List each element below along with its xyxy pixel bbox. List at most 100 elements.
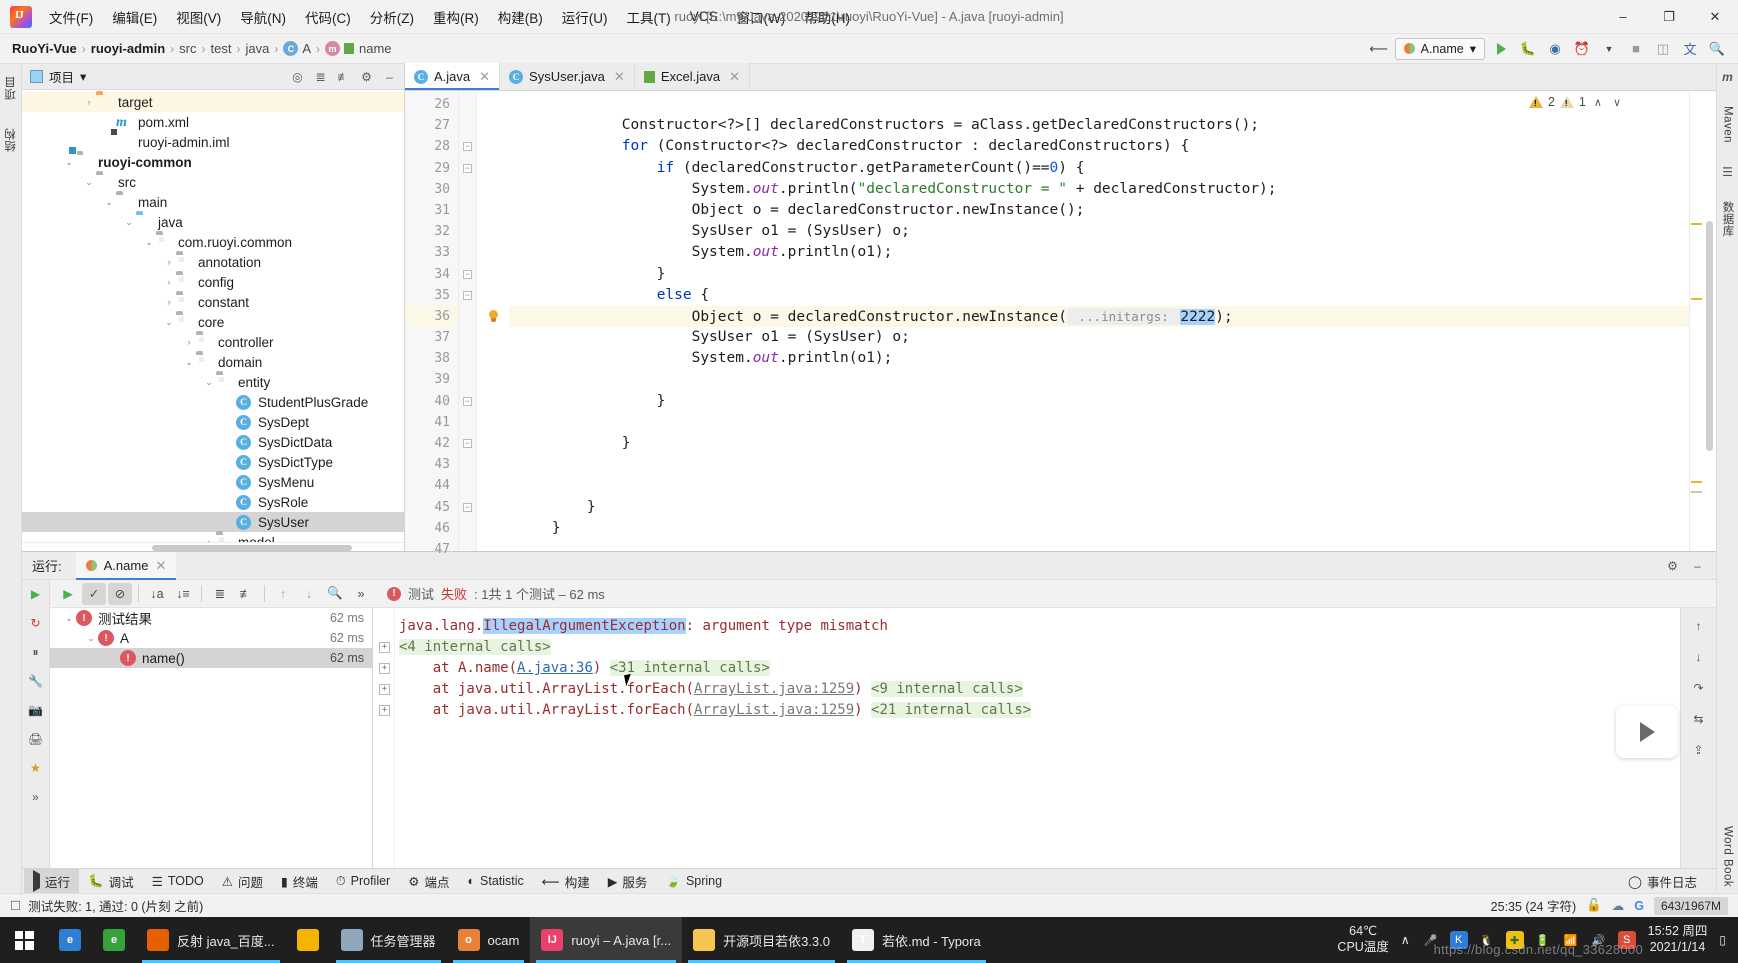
toolwindow-button-profiler[interactable]: ⏱ Profiler: [327, 871, 399, 892]
tree-node-com-ruoyi-common[interactable]: ⌄ com.ruoyi.common: [22, 232, 404, 252]
menu-vcs[interactable]: VCS: [681, 5, 727, 28]
code-line[interactable]: [509, 454, 1689, 475]
fold-handle-icon[interactable]: −: [459, 136, 476, 157]
line-number[interactable]: 28: [405, 136, 458, 157]
tree-node-entity[interactable]: ⌄ entity: [22, 372, 404, 392]
sort-alpha-icon[interactable]: ↓a: [145, 583, 169, 605]
tree-node-ruoyi-admin-iml[interactable]: ruoyi-admin.iml: [22, 132, 404, 152]
tree-node-sysdicttype[interactable]: C SysDictType: [22, 452, 404, 472]
fold-handle-icon[interactable]: −: [459, 158, 476, 179]
taskbar-item-folder[interactable]: 开源项目若依3.3.0: [682, 917, 841, 963]
editor-fold-column[interactable]: − − − − − − −: [459, 91, 477, 551]
tree-node-pom-xml[interactable]: m pom.xml: [22, 112, 404, 132]
coverage-icon[interactable]: ◉: [1544, 38, 1566, 60]
code-line[interactable]: }: [509, 497, 1689, 518]
taskbar-item-edge[interactable]: e: [48, 917, 92, 963]
scroll-down-icon[interactable]: ↓: [1688, 647, 1710, 667]
taskbar-item-360-browser[interactable]: e: [92, 917, 136, 963]
line-number[interactable]: 44: [405, 475, 458, 496]
prev-failed-icon[interactable]: ↑: [271, 583, 295, 605]
word-book-widget[interactable]: [1616, 706, 1678, 758]
code-line[interactable]: for (Constructor<?> declaredConstructor …: [509, 136, 1689, 157]
breadcrumb-method[interactable]: m name: [325, 41, 392, 56]
tree-node-sysrole[interactable]: C SysRole: [22, 492, 404, 512]
memory-indicator[interactable]: 643/1967M: [1653, 896, 1728, 915]
google-icon[interactable]: G: [1634, 899, 1644, 913]
chevron-icon[interactable]: ⌄: [82, 177, 96, 188]
console-line[interactable]: java.lang.IllegalArgumentException: argu…: [399, 616, 1716, 637]
line-number[interactable]: 29: [405, 158, 458, 179]
taskbar-item-firefox[interactable]: 反射 java_百度...: [136, 917, 286, 963]
project-tree[interactable]: › target m pom.xml ruoyi-admin.iml ⌄ ruoyi-com…: [22, 90, 404, 542]
chevron-icon[interactable]: ⌄: [142, 237, 156, 248]
tree-node-annotation[interactable]: › annotation: [22, 252, 404, 272]
close-icon[interactable]: ✕: [729, 69, 740, 85]
search-icon[interactable]: 🔍: [1706, 38, 1728, 60]
profile-icon[interactable]: ⏰: [1571, 38, 1593, 60]
prev-problem-icon[interactable]: ∧: [1591, 96, 1605, 109]
fold-expand-icon[interactable]: +: [379, 642, 390, 653]
line-number[interactable]: 45: [405, 497, 458, 518]
breadcrumb-module[interactable]: ruoyi-admin: [91, 41, 165, 56]
run-tab-a-name[interactable]: A.name ✕: [75, 551, 177, 580]
line-number[interactable]: 47: [405, 539, 458, 560]
editor-tab-a-java[interactable]: C A.java ✕: [405, 63, 501, 90]
fold-expand-icon[interactable]: +: [379, 684, 390, 695]
menu-build[interactable]: 构建(B): [489, 3, 552, 31]
next-failed-icon[interactable]: ↓: [297, 583, 321, 605]
menu-window[interactable]: 窗口(W): [728, 3, 795, 31]
fold-handle-icon[interactable]: −: [459, 497, 476, 518]
scroll-up-icon[interactable]: ↑: [1688, 616, 1710, 636]
hide-icon[interactable]: –: [379, 66, 400, 87]
cpu-temperature-widget[interactable]: 64℃ CPU温度: [1337, 924, 1388, 955]
tray-expand-icon[interactable]: ∧: [1401, 933, 1410, 947]
tree-node-model[interactable]: › model: [22, 532, 404, 543]
editor-gutter-icons[interactable]: [477, 91, 509, 551]
project-horizontal-scrollbar[interactable]: [22, 542, 404, 551]
warning-marker[interactable]: [1691, 223, 1702, 225]
line-number[interactable]: 42: [405, 433, 458, 454]
line-number[interactable]: 46: [405, 518, 458, 539]
chevron-icon[interactable]: ⌄: [122, 217, 136, 228]
rerun-failed-icon[interactable]: ↻: [26, 613, 46, 633]
more-icon[interactable]: »: [26, 787, 46, 807]
menu-tools[interactable]: 工具(T): [618, 3, 680, 31]
chevron-icon[interactable]: ⌄: [202, 377, 216, 388]
test-results-tree[interactable]: ⌄! 测试结果 62 ms ⌄! A 62 ms! name() 62 ms: [50, 608, 373, 868]
run-icon[interactable]: ▶: [56, 583, 80, 605]
tree-node-src[interactable]: ⌄ src: [22, 172, 404, 192]
stripe-button-word-book[interactable]: Word Book: [1720, 820, 1736, 893]
line-number[interactable]: 34: [405, 264, 458, 285]
print-icon[interactable]: 🖨: [26, 729, 46, 749]
line-number[interactable]: 38: [405, 348, 458, 369]
qq-icon[interactable]: 🐧: [1478, 931, 1496, 949]
code-line[interactable]: Object o = declaredConstructor.newInstan…: [509, 200, 1689, 221]
code-line[interactable]: SysUser o1 = (SysUser) o;: [509, 221, 1689, 242]
toolwindow-button--[interactable]: ▶ 服务: [599, 869, 657, 894]
tree-node-controller[interactable]: › controller: [22, 332, 404, 352]
taskbar-clock[interactable]: 15:52 周四 2021/1/14: [1648, 924, 1708, 955]
stripe-button-project[interactable]: 项目: [1, 70, 21, 106]
export-icon[interactable]: ⇪: [1688, 740, 1710, 760]
toolwindow-button-todo[interactable]: ☰ TODO: [143, 871, 213, 892]
line-number[interactable]: 39: [405, 369, 458, 390]
rerun-icon[interactable]: ▶: [26, 584, 46, 604]
hammer-icon[interactable]: ⟵: [1368, 38, 1390, 60]
toolwindow-button-statistic[interactable]: ◐ Statistic: [458, 871, 532, 891]
minimize-icon[interactable]: –: [1687, 555, 1708, 576]
console-line[interactable]: + at A.name(A.java:36) <31 internal call…: [379, 658, 1716, 679]
console-line[interactable]: + at java.util.ArrayList.forEach(ArrayLi…: [379, 700, 1716, 721]
code-line[interactable]: System.out.println("declaredConstructor …: [509, 179, 1689, 200]
editor-tab-excel-java[interactable]: Excel.java ✕: [634, 63, 750, 90]
test-tree-row[interactable]: ⌄! 测试结果 62 ms: [50, 608, 372, 628]
code-line[interactable]: SysUser o1 = (SysUser) o;: [509, 327, 1689, 348]
toolwindow-button--[interactable]: ▮ 终端: [272, 869, 327, 894]
collapse-all-icon[interactable]: ≢: [333, 66, 354, 87]
debug-icon[interactable]: 🐛: [1517, 38, 1539, 60]
intention-bulb-icon[interactable]: [477, 306, 509, 327]
run-icon[interactable]: [1490, 38, 1512, 60]
taskbar-item-ocam[interactable]: o ocam: [447, 917, 531, 963]
test-console[interactable]: java.lang.IllegalArgumentException: argu…: [373, 608, 1716, 868]
editor-marker-bar[interactable]: [1689, 91, 1703, 551]
fold-handle-icon[interactable]: −: [459, 391, 476, 412]
